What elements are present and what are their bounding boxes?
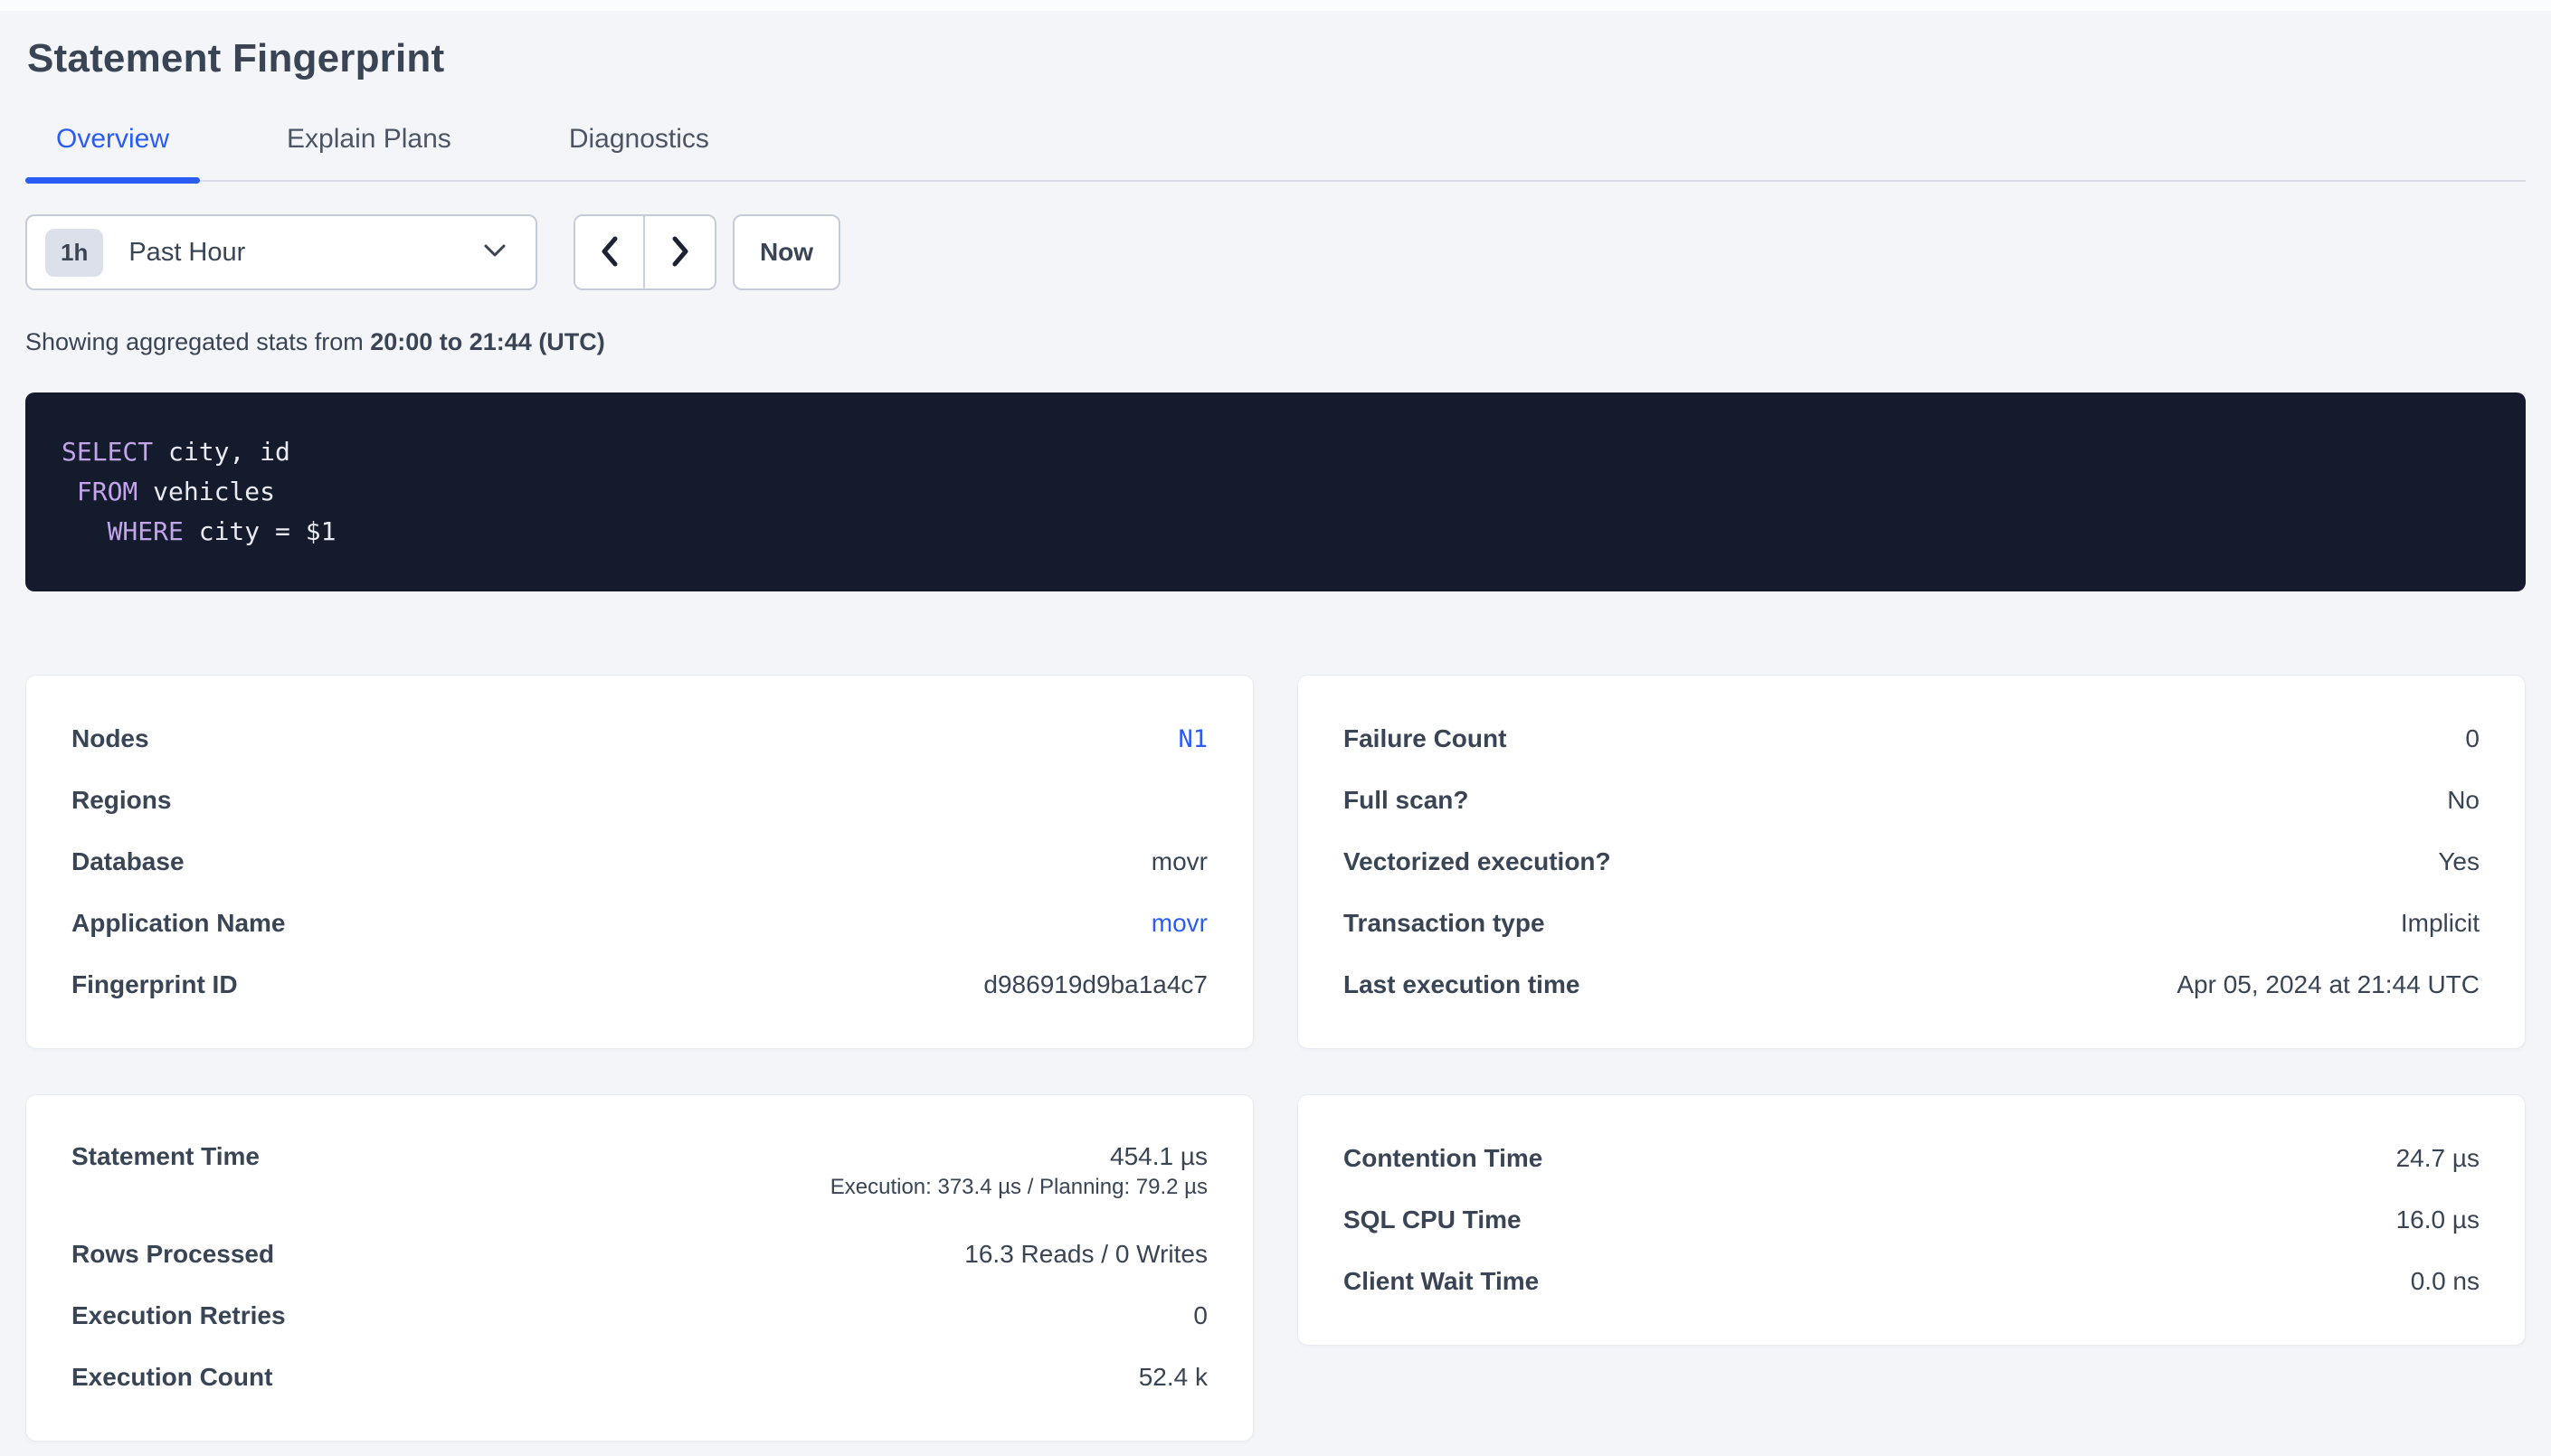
sql-keyword: FROM — [62, 477, 138, 506]
sql-code: city, id — [153, 437, 290, 467]
chevron-right-icon — [670, 235, 690, 270]
chevron-down-icon — [483, 243, 507, 262]
row-value: 24.7 µs — [2396, 1144, 2480, 1173]
time-controls: 1h Past Hour Now — [25, 214, 2526, 290]
row-value: 16.0 µs — [2396, 1205, 2480, 1234]
row-label: SQL CPU Time — [1343, 1205, 1522, 1234]
row-label: Rows Processed — [71, 1240, 274, 1269]
row-value: 16.3 Reads / 0 Writes — [964, 1240, 1208, 1269]
stats-card-grid: Nodes N1 Regions Database movr Applicati… — [25, 675, 2526, 1442]
application-name-row: Application Name movr — [71, 893, 1208, 954]
top-strip — [0, 0, 2551, 11]
row-value: No — [2447, 786, 2480, 815]
execution-retries-row: Execution Retries 0 — [71, 1285, 1208, 1347]
row-label: Transaction type — [1343, 909, 1545, 938]
failure-count-row: Failure Count 0 — [1343, 708, 2480, 770]
client-wait-time-row: Client Wait Time 0.0 ns — [1343, 1251, 2480, 1312]
sql-code: city = $1 — [184, 516, 337, 546]
chevron-left-icon — [600, 235, 620, 270]
tab-bar: Overview Explain Plans Diagnostics — [25, 123, 2526, 182]
application-name-link[interactable]: movr — [1152, 909, 1208, 938]
statement-stats-card: Statement Time 454.1 µs Execution: 373.4… — [25, 1094, 1254, 1442]
row-value: 0 — [2465, 724, 2480, 753]
sql-keyword: WHERE — [62, 516, 184, 546]
row-label: Contention Time — [1343, 1144, 1542, 1173]
tab-explain-plans[interactable]: Explain Plans — [256, 123, 482, 180]
fingerprint-id-row: Fingerprint ID d986919d9ba1a4c7 — [71, 954, 1208, 1016]
row-label: Failure Count — [1343, 724, 1506, 753]
execution-count-row: Execution Count 52.4 k — [71, 1347, 1208, 1408]
rows-processed-row: Rows Processed 16.3 Reads / 0 Writes — [71, 1224, 1208, 1285]
row-label: Client Wait Time — [1343, 1267, 1539, 1296]
row-value: 454.1 µs — [1110, 1142, 1208, 1170]
row-value: movr — [1152, 847, 1208, 876]
sql-cpu-time-row: SQL CPU Time 16.0 µs — [1343, 1189, 2480, 1251]
page-title: Statement Fingerprint — [27, 34, 2526, 83]
row-value-stack: 454.1 µs Execution: 373.4 µs / Planning:… — [830, 1142, 1208, 1200]
row-label: Application Name — [71, 909, 285, 938]
row-label: Last execution time — [1343, 970, 1579, 999]
time-preset-badge: 1h — [45, 229, 103, 277]
row-label: Execution Retries — [71, 1301, 286, 1330]
summary-prefix: Showing aggregated stats from — [25, 328, 370, 355]
full-scan-row: Full scan? No — [1343, 770, 2480, 831]
aggregated-stats-summary: Showing aggregated stats from 20:00 to 2… — [25, 328, 2526, 356]
row-value: Yes — [2438, 847, 2480, 876]
previous-time-button[interactable] — [575, 216, 645, 288]
statement-fingerprint-page: Statement Fingerprint Overview Explain P… — [0, 34, 2551, 1442]
sql-line: WHERE city = $1 — [62, 512, 2489, 552]
sql-line: FROM vehicles — [62, 472, 2489, 512]
row-label: Database — [71, 847, 185, 876]
row-label: Nodes — [71, 724, 149, 753]
row-subvalue: Execution: 373.4 µs / Planning: 79.2 µs — [830, 1175, 1208, 1199]
row-value: d986919d9ba1a4c7 — [983, 970, 1208, 999]
metadata-card: Nodes N1 Regions Database movr Applicati… — [25, 675, 1254, 1049]
last-execution-time-row: Last execution time Apr 05, 2024 at 21:4… — [1343, 954, 2480, 1016]
execution-attributes-card: Failure Count 0 Full scan? No Vectorized… — [1297, 675, 2526, 1049]
tab-overview[interactable]: Overview — [25, 123, 200, 180]
time-range-label: Past Hour — [128, 238, 483, 268]
nodes-row: Nodes N1 — [71, 708, 1208, 770]
contention-time-row: Contention Time 24.7 µs — [1343, 1128, 2480, 1189]
sql-line: SELECT city, id — [62, 432, 2489, 472]
vectorized-execution-row: Vectorized execution? Yes — [1343, 831, 2480, 893]
row-label: Execution Count — [71, 1363, 272, 1392]
database-row: Database movr — [71, 831, 1208, 893]
nodes-link[interactable]: N1 — [1178, 725, 1208, 753]
row-label: Full scan? — [1343, 786, 1468, 815]
transaction-type-row: Transaction type Implicit — [1343, 893, 2480, 954]
now-button[interactable]: Now — [733, 214, 840, 290]
row-value: Implicit — [2401, 909, 2480, 938]
row-label: Vectorized execution? — [1343, 847, 1611, 876]
next-time-button[interactable] — [645, 216, 715, 288]
time-range-dropdown[interactable]: 1h Past Hour — [25, 214, 537, 290]
tab-diagnostics[interactable]: Diagnostics — [538, 123, 740, 180]
row-label: Statement Time — [71, 1142, 260, 1171]
row-label: Fingerprint ID — [71, 970, 238, 999]
row-value: 0 — [1193, 1301, 1208, 1330]
row-value: 52.4 k — [1139, 1363, 1208, 1392]
time-pager — [574, 214, 716, 290]
regions-row: Regions — [71, 770, 1208, 831]
sql-code: vehicles — [138, 477, 275, 506]
row-value: 0.0 ns — [2411, 1267, 2480, 1296]
sql-keyword: SELECT — [62, 437, 153, 467]
row-label: Regions — [71, 786, 171, 815]
timing-stats-card: Contention Time 24.7 µs SQL CPU Time 16.… — [1297, 1094, 2526, 1346]
sql-statement-box: SELECT city, id FROM vehicles WHERE city… — [25, 392, 2526, 591]
row-value: Apr 05, 2024 at 21:44 UTC — [2176, 970, 2480, 999]
statement-time-row: Statement Time 454.1 µs Execution: 373.4… — [71, 1128, 1208, 1224]
summary-range: 20:00 to 21:44 (UTC) — [370, 328, 605, 355]
